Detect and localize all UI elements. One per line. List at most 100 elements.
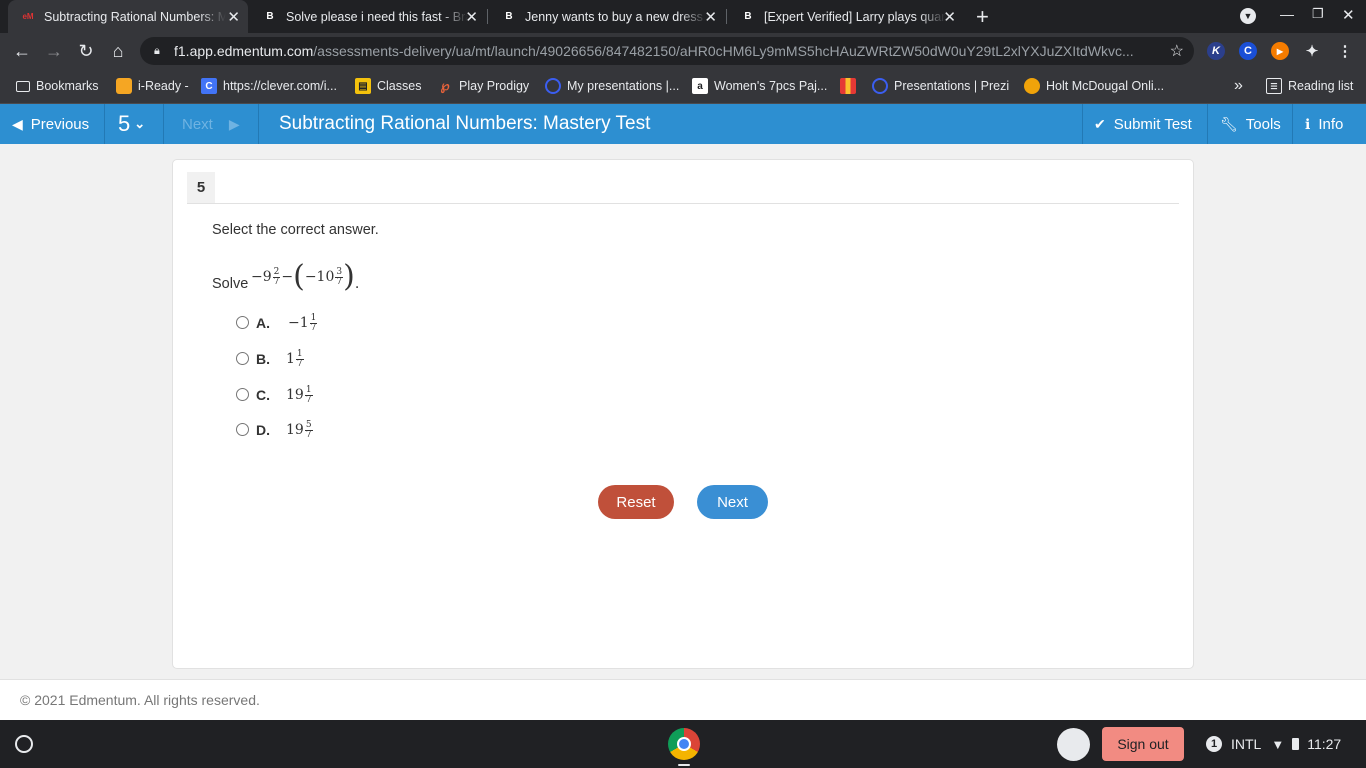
bookmark-label: Women's 7pcs Paj... — [714, 79, 828, 93]
answer-option-d[interactable] — [236, 419, 249, 439]
chrome-icon[interactable] — [668, 728, 700, 760]
bookmark-label: Presentations | Prezi — [894, 79, 1010, 93]
question-selector[interactable]: 5 ⌄ — [118, 104, 145, 144]
radio-button[interactable] — [236, 351, 249, 365]
folder-icon — [16, 80, 30, 92]
reset-button[interactable]: Reset — [598, 485, 674, 519]
reading-list-button[interactable]: ☰ Reading list — [1266, 69, 1353, 103]
home-icon[interactable]: ⌂ — [104, 33, 132, 69]
answer-option-a[interactable] — [236, 312, 249, 332]
close-tab-icon[interactable]: ✕ — [227, 8, 240, 26]
submit-test-button[interactable]: ✔ Submit Test — [1094, 104, 1192, 144]
arrow-right-circle-icon: ▶ — [228, 115, 240, 132]
expr-period: . — [354, 276, 360, 292]
menu-kebab-icon[interactable]: ⋮ — [1336, 42, 1354, 60]
previous-label: Previous — [30, 115, 90, 133]
close-tab-icon[interactable]: ✕ — [943, 8, 956, 26]
next-button[interactable]: Next — [697, 485, 768, 519]
option-d-value: 19 57 — [286, 418, 313, 442]
restore-icon[interactable]: ❐ — [1312, 6, 1324, 22]
bookmark-clever[interactable]: Chttps://clever.com/i... — [201, 69, 337, 103]
tab-title: [Expert Verified] Larry plays quar — [764, 9, 946, 24]
option-fraction: 57 — [304, 419, 313, 440]
option-fraction: 17 — [304, 385, 313, 405]
option-fraction: 17 — [309, 313, 318, 333]
bookmark-label: Play Prodigy — [459, 79, 530, 93]
sign-out-button[interactable]: Sign out — [1102, 727, 1184, 761]
new-tab-button[interactable]: + — [976, 0, 998, 33]
iready-icon — [116, 78, 132, 94]
tools-label: Tools — [1245, 115, 1281, 133]
option-letter: B. — [256, 351, 270, 367]
close-window-icon[interactable]: ✕ — [1342, 6, 1355, 24]
answer-option-b[interactable] — [236, 348, 249, 368]
amazon-icon: a — [692, 78, 708, 94]
launcher-icon[interactable] — [15, 735, 33, 753]
option-denominator: 7 — [305, 429, 312, 440]
option-letter: A. — [256, 315, 270, 331]
close-tab-icon[interactable]: ✕ — [465, 8, 478, 26]
expr-b-whole: −10 — [304, 269, 335, 285]
next-nav-label: Next — [182, 115, 213, 133]
extensions-puzzle-icon[interactable]: ✦ — [1303, 42, 1321, 60]
close-tab-icon[interactable]: ✕ — [704, 8, 717, 26]
open-paren: ( — [293, 259, 305, 294]
tab-brainly-2[interactable]: B Jenny wants to buy a new dress ✕ — [489, 0, 725, 33]
tools-button[interactable]: 🔧︎ Tools — [1220, 104, 1281, 144]
option-letter: C. — [256, 387, 270, 403]
tote-icon[interactable] — [1057, 728, 1090, 761]
bookmark-prezi[interactable]: Presentations | Prezi — [872, 69, 1009, 103]
tab-brainly-3[interactable]: B [Expert Verified] Larry plays quar ✕ — [728, 0, 964, 33]
expr-a-fraction: 27 — [272, 267, 281, 287]
info-button[interactable]: ℹ Info — [1305, 104, 1343, 144]
kami-extension-icon[interactable]: K — [1207, 42, 1225, 60]
status-tray[interactable]: 1 INTL ▼ 11:27 — [1206, 720, 1341, 768]
tab-edmentum[interactable]: eM Subtracting Rational Numbers: M ✕ — [8, 0, 248, 33]
play-extension-icon[interactable]: ▶ — [1271, 42, 1289, 60]
divider — [258, 104, 259, 144]
forward-icon[interactable]: → — [40, 33, 68, 69]
divider — [1082, 104, 1083, 144]
bookmark-label: Bookmarks — [36, 79, 99, 93]
reading-list-icon: ☰ — [1266, 78, 1282, 94]
notification-count-icon: 1 — [1206, 736, 1222, 752]
more-bookmarks-button[interactable]: » — [1234, 69, 1243, 103]
prodigy-icon: ℘ — [440, 78, 450, 93]
url-path: /assessments-delivery/ua/mt/launch/49026… — [313, 43, 1134, 59]
bookmark-holt[interactable]: Holt McDougal Onli... — [1024, 69, 1164, 103]
reload-icon[interactable]: ↻ — [72, 33, 100, 69]
address-bar[interactable]: 🔒︎ f1.app.edmentum.com/assessments-deliv… — [140, 37, 1194, 65]
tab-title: Solve please i need this fast - Bra — [286, 9, 468, 24]
question-number: 5 — [187, 172, 215, 203]
back-icon[interactable]: ← — [8, 33, 36, 69]
tab-search-icon[interactable]: ▼ — [1240, 8, 1256, 24]
option-whole: 19 — [286, 422, 304, 438]
tab-title: Subtracting Rational Numbers: M — [44, 9, 226, 24]
option-letter: D. — [256, 422, 270, 438]
radio-button[interactable] — [236, 387, 249, 401]
globe-icon — [545, 78, 561, 94]
bookmark-label: i-Ready - — [138, 79, 189, 93]
radio-button[interactable] — [236, 422, 249, 436]
bookmark-classes[interactable]: ▤ Classes — [355, 69, 421, 103]
minimize-icon[interactable]: — — [1280, 6, 1294, 22]
clever-icon: C — [201, 78, 217, 94]
bookmark-mcd[interactable] — [840, 69, 862, 103]
previous-button[interactable]: ◀ Previous — [12, 104, 89, 144]
bookmark-folder[interactable]: Bookmarks — [16, 69, 99, 103]
option-numerator: 5 — [304, 419, 313, 431]
input-method-label: INTL — [1231, 736, 1262, 752]
active-app-indicator — [678, 764, 690, 766]
radio-button[interactable] — [236, 315, 249, 329]
clever-extension-icon[interactable]: C — [1239, 42, 1257, 60]
bookmark-presentations[interactable]: My presentations |... — [545, 69, 679, 103]
answer-option-c[interactable] — [236, 384, 249, 404]
brainly-favicon-icon: B — [266, 11, 274, 22]
bookmark-prodigy[interactable]: ℘ Play Prodigy — [437, 69, 529, 103]
bookmark-star-icon[interactable]: ☆ — [1170, 41, 1184, 61]
bookmark-amazon[interactable]: a Women's 7pcs Paj... — [692, 69, 827, 103]
tab-brainly-1[interactable]: B Solve please i need this fast - Bra ✕ — [250, 0, 486, 33]
bookmark-iready[interactable]: i-Ready - — [116, 69, 189, 103]
next-nav-button[interactable]: Next ▶ — [182, 104, 240, 144]
copyright-text: © 2021 Edmentum. All rights reserved. — [20, 692, 260, 708]
